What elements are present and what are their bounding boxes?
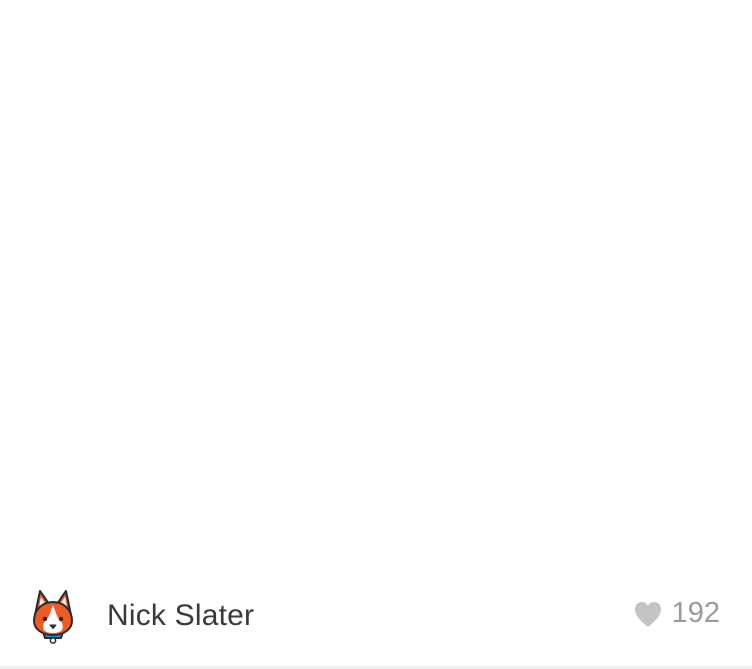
shot-card: Nick Slater 192 — [0, 0, 752, 669]
corgi-avatar-icon[interactable] — [30, 588, 76, 644]
shot-footer: Nick Slater 192 — [0, 564, 752, 669]
author-link[interactable]: Nick Slater — [30, 586, 254, 646]
like-count: 192 — [671, 597, 720, 629]
shot-image-area[interactable] — [0, 0, 752, 564]
heart-icon[interactable] — [633, 600, 663, 628]
author-name[interactable]: Nick Slater — [107, 601, 254, 631]
like-button[interactable]: 192 — [633, 599, 720, 628]
